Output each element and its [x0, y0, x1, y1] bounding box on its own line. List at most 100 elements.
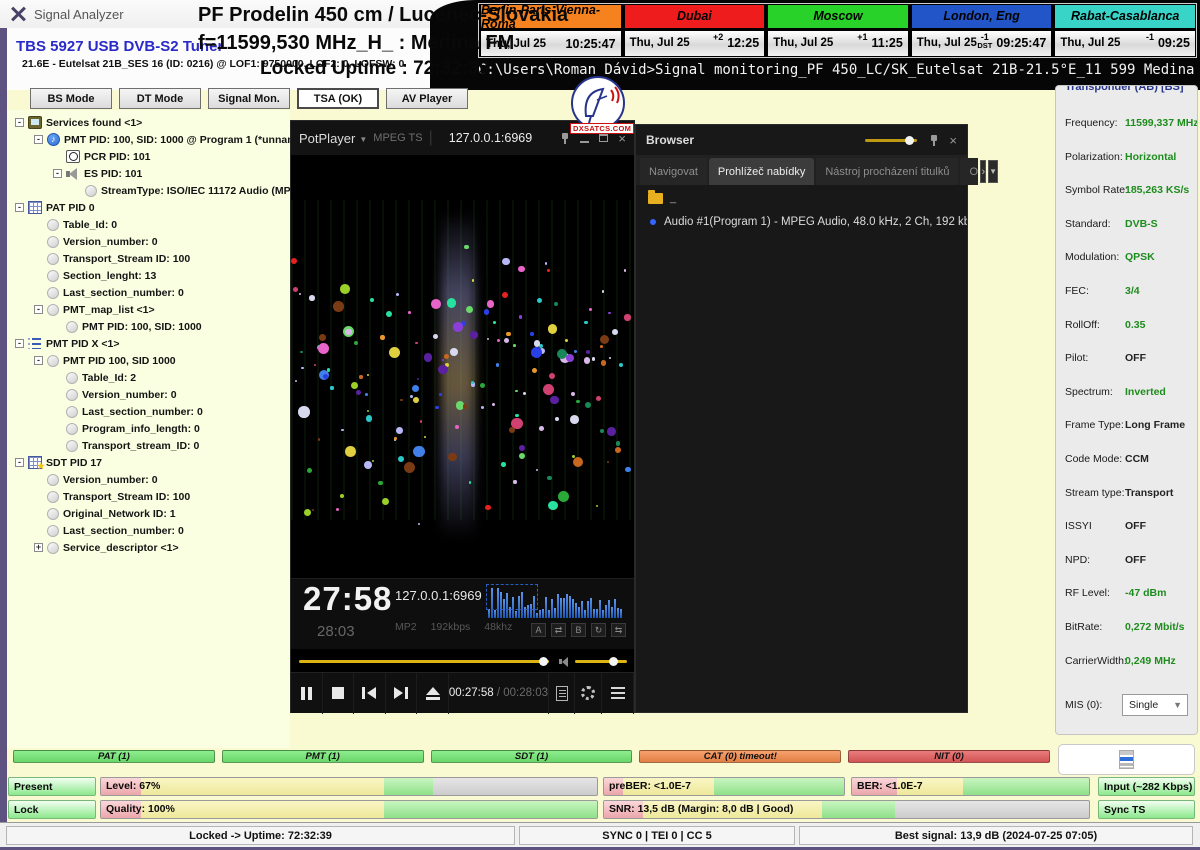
browser-opacity-slider[interactable]	[865, 139, 917, 142]
folder-up-item[interactable]: _	[670, 192, 676, 204]
tree-item-label: PAT PID 0	[46, 202, 95, 214]
visualization-dot	[600, 429, 604, 433]
collapse-icon[interactable]: -	[15, 118, 24, 127]
tree-item[interactable]: Last_section_number: 0	[7, 522, 290, 539]
tree-item[interactable]: +Service_descriptor <1>	[7, 539, 290, 556]
browser-titlebar[interactable]: Browser ×	[636, 125, 967, 155]
eject-button[interactable]	[417, 673, 449, 714]
collapse-icon[interactable]: -	[15, 458, 24, 467]
audio-track-item[interactable]: Audio #1(Program 1) - MPEG Audio, 48.0 k…	[636, 211, 967, 233]
collapse-icon[interactable]: -	[34, 356, 43, 365]
seek-thumb[interactable]	[539, 657, 548, 666]
mode-tab-dt-mode[interactable]: DT Mode	[119, 88, 201, 109]
seek-bar[interactable]	[299, 660, 549, 663]
next-button[interactable]	[386, 673, 418, 714]
shuffle-icon[interactable]: ⇆	[611, 623, 626, 637]
tree-item[interactable]: Last_section_number: 0	[7, 403, 290, 420]
tree-item[interactable]: Transport_Stream ID: 100	[7, 488, 290, 505]
visualization-dot	[293, 287, 298, 292]
parameter-value: 3/4	[1125, 285, 1140, 297]
tree-item[interactable]: Program_info_length: 0	[7, 420, 290, 437]
volume-icon[interactable]	[559, 656, 571, 667]
collapse-icon[interactable]: -	[15, 203, 24, 212]
browser-tab-prohl-e-nab-dky[interactable]: Prohlížeč nabídky	[709, 158, 814, 185]
mode-tab-signal-mon-[interactable]: Signal Mon.	[208, 88, 290, 109]
parameter-row: Frequency:11599,337 MHz	[1056, 108, 1197, 142]
ab-swap-icon[interactable]: ⇄	[551, 623, 566, 637]
collapse-icon[interactable]: -	[53, 169, 62, 178]
tree-item[interactable]: Table_Id: 2	[7, 369, 290, 386]
maximize-icon[interactable]	[599, 134, 608, 142]
quality-meter: Quality: 100%	[100, 800, 598, 819]
collapse-icon[interactable]: -	[34, 135, 43, 144]
spectrum-bar	[605, 605, 607, 618]
collapse-icon[interactable]: -	[15, 339, 24, 348]
browser-tab-navigovat[interactable]: Navigovat	[640, 158, 707, 185]
tree-item[interactable]: Version_number: 0	[7, 233, 290, 250]
world-clock: DubaiThu, Jul 25+212:25	[623, 4, 766, 57]
visualization-dot	[309, 295, 315, 301]
pin-icon[interactable]	[929, 134, 939, 147]
minimize-icon[interactable]	[580, 141, 589, 143]
repeat-icon[interactable]: ↻	[591, 623, 606, 637]
leaf-icon	[47, 287, 59, 299]
meter-label: Quality: 100%	[106, 803, 175, 815]
stop-button[interactable]	[323, 673, 355, 714]
video-visualization[interactable]	[291, 155, 634, 578]
tree-item[interactable]: Original_Network ID: 1	[7, 505, 290, 522]
device-box[interactable]	[1058, 744, 1195, 775]
menu-button[interactable]	[602, 673, 634, 714]
mis-select[interactable]: Single ▼	[1122, 694, 1188, 716]
yellow-segment	[141, 778, 384, 795]
preber-meter: preBER: <1.0E-7	[603, 777, 845, 796]
potplayer-menu[interactable]: PotPlayer	[299, 131, 355, 146]
ab-repeat-b-button[interactable]: B	[571, 623, 586, 637]
volume-thumb[interactable]	[609, 657, 618, 666]
tree-item[interactable]: Table_Id: 0	[7, 216, 290, 233]
pause-button[interactable]	[291, 673, 323, 714]
spectrum-bar	[608, 600, 610, 618]
tree-item[interactable]: Version_number: 0	[7, 386, 290, 403]
tree-item[interactable]: -PMT PID 100, SID 1000	[7, 352, 290, 369]
tab-list-dropdown-icon[interactable]: ▼	[988, 160, 998, 183]
tree-item[interactable]: - PAT PID 0	[7, 199, 290, 216]
leaf-icon	[47, 236, 59, 248]
visualization-dot	[539, 426, 544, 431]
tree-item[interactable]: Transport_Stream ID: 100	[7, 250, 290, 267]
frequency-service: f=11599,530 MHz_H_ : Medina FM	[198, 32, 474, 55]
tree-item[interactable]: -PMT PID X <1>	[7, 335, 290, 352]
close-icon[interactable]: ×	[949, 134, 957, 147]
clock-date: Thu, Jul 25	[630, 37, 690, 49]
tree-item[interactable]: Last_section_number: 0	[7, 284, 290, 301]
expand-icon[interactable]: +	[34, 543, 43, 552]
volume-slider[interactable]	[575, 660, 627, 663]
tree-item[interactable]: PCR PID: 101	[7, 148, 290, 165]
tree-item[interactable]: Transport_stream_ID: 0	[7, 437, 290, 454]
tree-item[interactable]: Version_number: 0	[7, 471, 290, 488]
playlist-button[interactable]	[548, 673, 575, 714]
mode-tab-bs-mode[interactable]: BS Mode	[30, 88, 112, 109]
tree-item[interactable]: Section_lenght: 13	[7, 267, 290, 284]
settings-button[interactable]	[575, 673, 602, 714]
tree-item[interactable]: -ES PID: 101	[7, 165, 290, 182]
tree-item[interactable]: -PMT_map_list <1>	[7, 301, 290, 318]
mode-tab-tsa-ok-[interactable]: TSA (OK)	[297, 88, 379, 109]
browser-tab-online-s[interactable]: Online S	[960, 158, 978, 185]
mode-tab-av-player[interactable]: AV Player	[386, 88, 468, 109]
slider-thumb[interactable]	[905, 136, 914, 145]
folder-row[interactable]: _	[636, 185, 967, 211]
tree-item[interactable]: StreamType: ISO/IEC 11172 Audio (MPEG-1)…	[7, 182, 290, 199]
next-icon	[394, 687, 408, 699]
tree-item[interactable]: -Services found <1>	[7, 114, 290, 131]
browser-tab-n-stroj-proch-zen-titulk-[interactable]: Nástroj procházení titulků	[816, 158, 958, 185]
spectrum-bar	[554, 608, 556, 618]
previous-button[interactable]	[354, 673, 386, 714]
tab-scroll-right-icon[interactable]: ›	[980, 160, 986, 183]
visualization-dot	[448, 453, 456, 461]
ab-repeat-a-button[interactable]: A	[531, 623, 546, 637]
collapse-icon[interactable]: -	[34, 305, 43, 314]
leaf-icon	[66, 406, 78, 418]
tree-item[interactable]: PMT PID: 100, SID: 1000	[7, 318, 290, 335]
tree-item[interactable]: -PMT PID: 100, SID: 1000 @ Program 1 (*u…	[7, 131, 290, 148]
tree-item[interactable]: -SDT PID 17	[7, 454, 290, 471]
